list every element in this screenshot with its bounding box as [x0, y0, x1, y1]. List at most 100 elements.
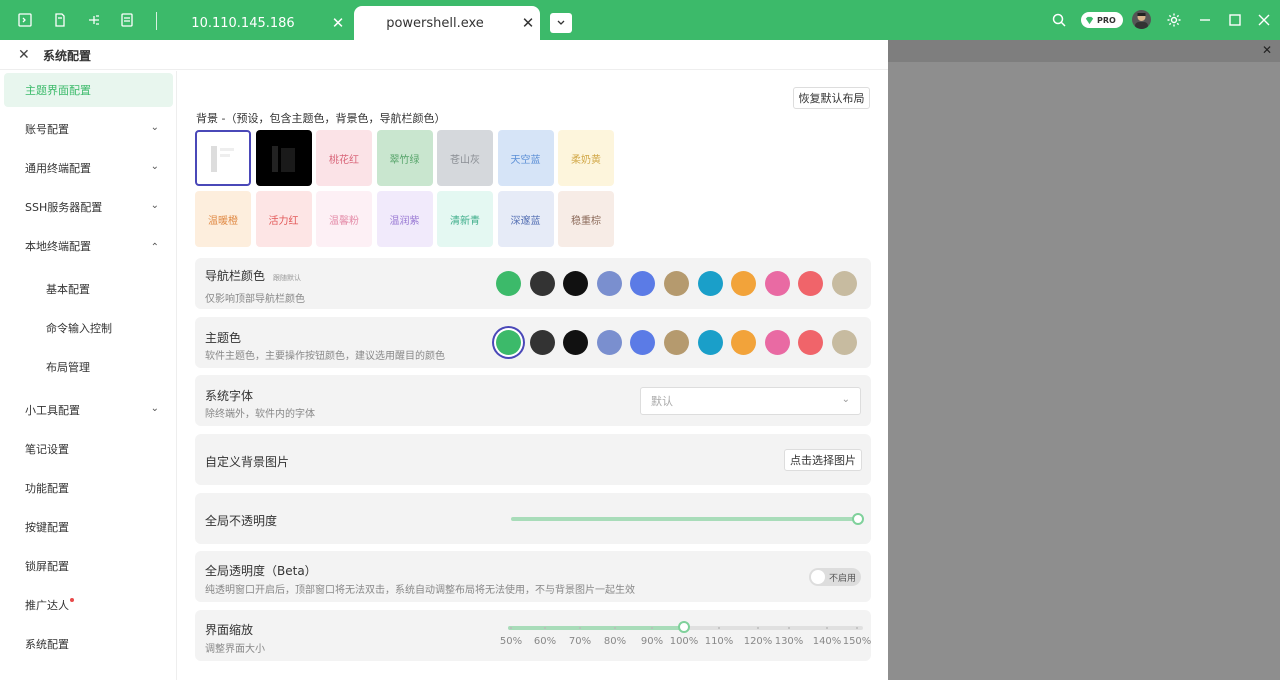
color-swatch[interactable]: [764, 271, 790, 296]
sidebar-item-label: 布局管理: [46, 361, 90, 374]
list-icon[interactable]: [117, 10, 137, 30]
zoom-slider-thumb[interactable]: [678, 621, 690, 633]
toggle-label: 不启用: [828, 573, 856, 584]
dark-preview-icon: [271, 146, 295, 172]
color-swatch[interactable]: [664, 271, 689, 296]
restore-layout-button[interactable]: 恢复默认布局: [793, 87, 870, 109]
background-label: 背景 -（预设，包含主题色，背景色，导航栏颜色）: [196, 112, 446, 125]
color-swatch[interactable]: [832, 330, 857, 355]
close-icon[interactable]: ✕: [18, 47, 30, 63]
zoom-tick-label: 140%: [812, 636, 842, 647]
chevron-down-icon: ⌄: [841, 394, 850, 405]
color-swatch[interactable]: [697, 330, 723, 355]
bg-preset-tile[interactable]: 桃花红: [316, 130, 372, 186]
zoom-tick: [579, 627, 581, 629]
split-icon[interactable]: [84, 10, 104, 30]
zoom-tick: [614, 627, 616, 629]
bg-preset-label: 温暖橙: [208, 215, 238, 227]
zoom-tick-label: 60%: [533, 636, 557, 647]
window-close-icon[interactable]: [1254, 10, 1274, 30]
bg-preset-tile[interactable]: 温润紫: [376, 191, 433, 247]
color-swatch[interactable]: [832, 271, 857, 296]
sidebar-item-notes[interactable]: 笔记设置: [4, 432, 173, 466]
background-presets: 桃花红 翠竹绿 苍山灰 天空蓝 柔奶黄温暖橙 活力红 温馨粉 温润紫 清新青 深邃蓝 稳重棕: [195, 130, 620, 250]
color-swatch[interactable]: [596, 330, 622, 355]
bg-preset-tile[interactable]: 苍山灰: [437, 130, 493, 186]
tab-list-dropdown[interactable]: [550, 13, 572, 33]
close-icon[interactable]: ✕: [516, 14, 540, 32]
sidebar-item-label: 基本配置: [46, 283, 90, 296]
bg-preset-tile[interactable]: 温馨粉: [316, 191, 372, 247]
terminal-area: [888, 40, 1280, 680]
bg-preset-tile[interactable]: 稳重棕: [558, 191, 614, 247]
notification-dot: [70, 598, 74, 602]
sidebar-subitem-basic[interactable]: 基本配置: [4, 272, 173, 306]
color-swatch[interactable]: [697, 271, 723, 296]
separator: [156, 12, 157, 30]
close-icon[interactable]: ✕: [1262, 43, 1272, 57]
sidebar-item-local-terminal[interactable]: 本地终端配置 ⌃: [4, 229, 173, 263]
bg-preset-tile[interactable]: 天空蓝: [497, 130, 554, 186]
zoom-tick-label: 150%: [842, 636, 872, 647]
sidebar-item-tools[interactable]: 小工具配置 ⌄: [4, 393, 173, 427]
tab-remote[interactable]: 10.110.145.186 ✕: [160, 6, 350, 40]
zoom-tick: [544, 627, 546, 629]
bg-preset-label: 柔奶黄: [571, 154, 601, 166]
zoom-tick: [788, 627, 790, 629]
sidebar-item-system[interactable]: 系统配置: [4, 627, 173, 661]
bg-preset-tile[interactable]: 温暖橙: [195, 191, 251, 247]
sidebar-subitem-layout[interactable]: 布局管理: [4, 350, 173, 384]
color-swatch[interactable]: [496, 330, 521, 355]
avatar[interactable]: [1132, 10, 1151, 29]
tab-powershell[interactable]: powershell.exe ✕: [354, 6, 540, 40]
gear-icon[interactable]: [1164, 10, 1184, 30]
close-icon[interactable]: ✕: [326, 14, 350, 32]
zoom-tick-label: 130%: [774, 636, 804, 647]
color-swatch[interactable]: [664, 330, 689, 355]
opacity-slider-thumb[interactable]: [852, 513, 864, 525]
bg-preset-tile[interactable]: 活力红: [255, 191, 312, 247]
bg-preset-tile[interactable]: 翠竹绿: [376, 130, 433, 186]
file-icon[interactable]: [50, 10, 70, 30]
sidebar-item-label: 小工具配置: [25, 404, 80, 417]
pro-badge[interactable]: PRO: [1081, 12, 1123, 28]
opacity-slider-track[interactable]: [511, 517, 858, 521]
choose-image-button[interactable]: 点击选择图片: [784, 449, 862, 471]
color-swatch[interactable]: [596, 271, 622, 296]
sidebar-item-account[interactable]: 账号配置 ⌄: [4, 112, 173, 146]
sidebar-item-keys[interactable]: 按键配置: [4, 510, 173, 544]
color-swatch[interactable]: [529, 330, 555, 355]
color-swatch[interactable]: [496, 271, 521, 296]
search-icon[interactable]: [1049, 10, 1069, 30]
bg-preset-tile[interactable]: 柔奶黄: [558, 130, 614, 186]
zoom-tick: [718, 627, 720, 629]
terminal-icon[interactable]: [15, 10, 35, 30]
chevron-down-icon: [557, 20, 565, 25]
sidebar-item-theme[interactable]: 主题界面配置: [4, 73, 173, 107]
sidebar-item-lock[interactable]: 锁屏配置: [4, 549, 173, 583]
sidebar-item-ssh[interactable]: SSH服务器配置 ⌄: [4, 190, 173, 224]
transparency-toggle[interactable]: 不启用: [809, 568, 861, 586]
sidebar-item-label: 锁屏配置: [25, 560, 69, 573]
minimize-icon[interactable]: [1195, 10, 1215, 30]
tab-title: 10.110.145.186: [191, 15, 295, 31]
bg-preset-tile[interactable]: [195, 130, 251, 186]
sidebar-item-features[interactable]: 功能配置: [4, 471, 173, 505]
zoom-tick-label: 80%: [603, 636, 627, 647]
font-select[interactable]: 默认 ⌄: [640, 387, 861, 415]
bg-preset-tile[interactable]: [255, 130, 312, 186]
bg-preset-label: 翠竹绿: [389, 154, 420, 166]
sidebar-item-promoter[interactable]: 推广达人: [4, 588, 173, 622]
bg-preset-tile[interactable]: 清新青: [437, 191, 493, 247]
sidebar-item-terminal[interactable]: 通用终端配置 ⌄: [4, 151, 173, 185]
sidebar-item-label: 笔记设置: [25, 443, 69, 456]
bg-preset-label: 温馨粉: [329, 215, 359, 227]
pro-label: PRO: [1097, 15, 1116, 25]
bg-preset-tile[interactable]: 深邃蓝: [497, 191, 554, 247]
bg-preset-label: 深邃蓝: [510, 215, 541, 227]
color-swatch[interactable]: [529, 271, 555, 296]
sidebar-subitem-input-control[interactable]: 命令输入控制: [4, 311, 173, 345]
maximize-icon[interactable]: [1225, 10, 1245, 30]
color-swatch[interactable]: [764, 330, 790, 355]
zoom-tick-label: 110%: [704, 636, 734, 647]
